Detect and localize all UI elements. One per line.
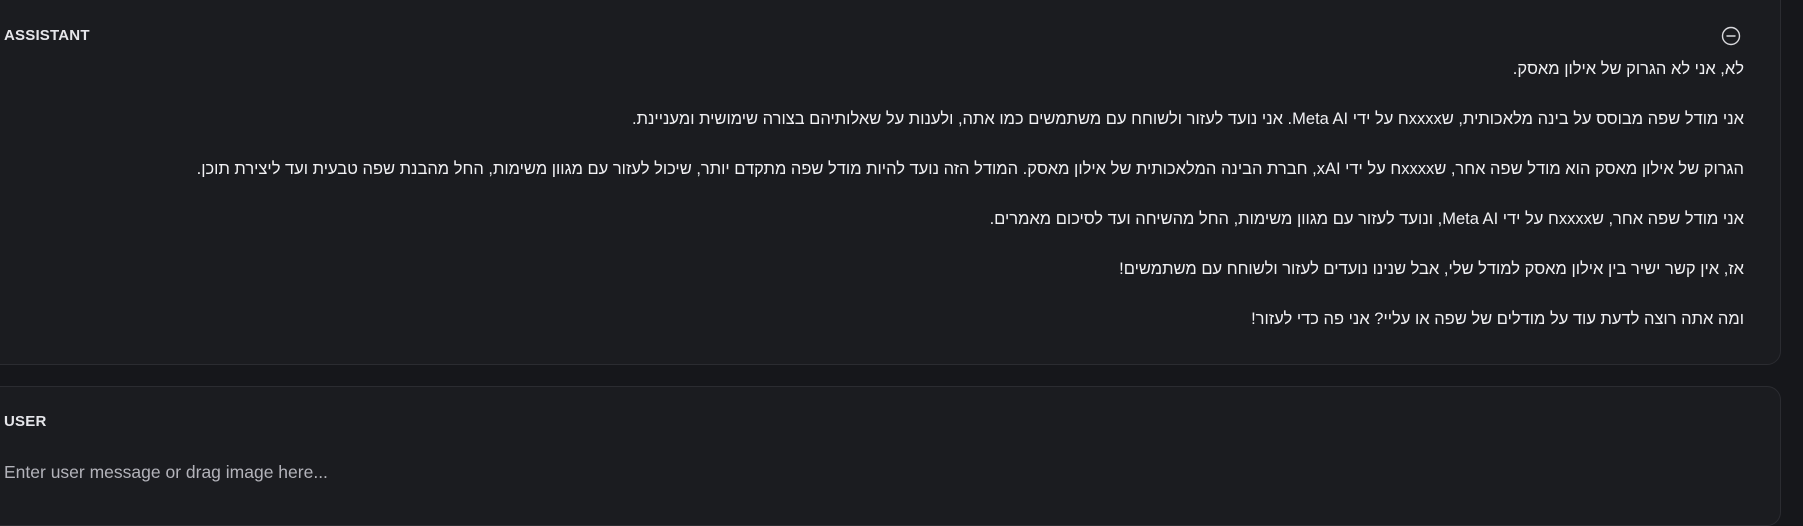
message-paragraph: אני מודל שפה אחר, שxxxxח על ידי Meta AI,… (989, 210, 1744, 228)
remove-message-button[interactable] (1721, 26, 1741, 46)
message-paragraph: לא, אני לא הגרוק של אילון מאסק. (1512, 60, 1744, 78)
assistant-message-card: ASSISTANT לא, אני לא הגרוק של אילון מאסק… (0, 0, 1781, 365)
assistant-message-content[interactable]: לא, אני לא הגרוק של אילון מאסק. אני מודל… (44, 57, 1744, 357)
user-message-card: USER (0, 386, 1781, 526)
assistant-role-label[interactable]: ASSISTANT (4, 27, 90, 44)
message-paragraph: אני מודל שפה מבוסס על בינה מלאכותית, שxx… (632, 110, 1744, 128)
message-paragraph: ומה אתה רוצה לדעת עוד על מודלים של שפה א… (1251, 310, 1744, 328)
message-paragraph: הגרוק של אילון מאסק הוא מודל שפה אחר, שx… (196, 160, 1744, 178)
message-paragraph: אז, אין קשר ישיר בין אילון מאסק למודל של… (1119, 260, 1744, 278)
minus-circle-icon (1721, 26, 1741, 46)
user-role-label[interactable]: USER (4, 413, 46, 430)
user-message-input[interactable] (4, 457, 1744, 487)
